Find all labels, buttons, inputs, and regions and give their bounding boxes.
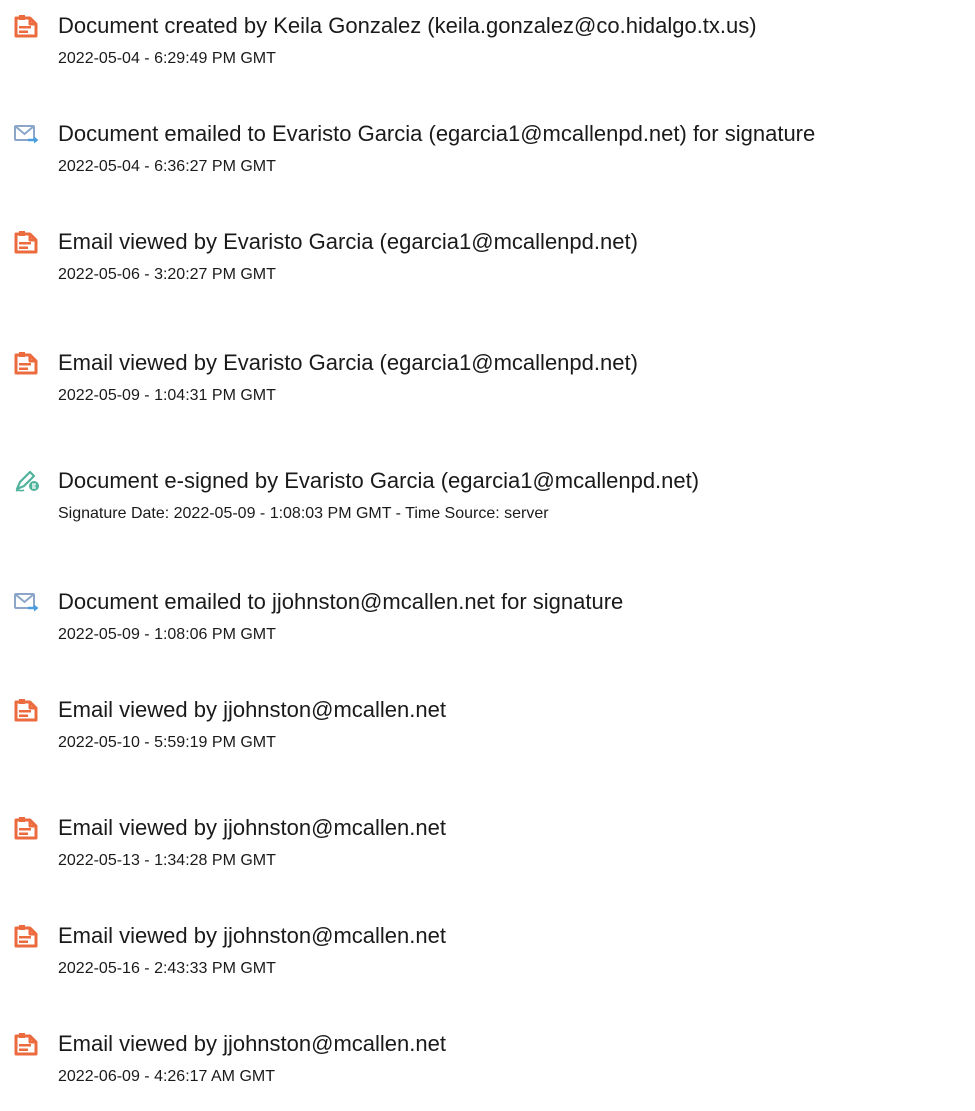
document-icon	[13, 13, 41, 39]
entry-title: Email viewed by jjohnston@mcallen.net	[58, 1031, 446, 1056]
entry-timestamp: 2022-05-04 - 6:29:49 PM GMT	[58, 50, 276, 67]
esign-icon	[13, 468, 41, 494]
entry-title: Email viewed by jjohnston@mcallen.net	[58, 923, 446, 948]
entry-timestamp: 2022-05-10 - 5:59:19 PM GMT	[58, 734, 276, 751]
entry-timestamp: 2022-06-09 - 4:26:17 AM GMT	[58, 1068, 275, 1085]
entry-timestamp: 2022-05-09 - 1:08:06 PM GMT	[58, 626, 276, 643]
audit-entry: Email viewed by jjohnston@mcallen.net 20…	[0, 923, 975, 1003]
document-icon	[13, 350, 41, 376]
document-icon	[13, 1031, 41, 1057]
entry-title: Email viewed by Evaristo Garcia (egarcia…	[58, 229, 638, 254]
entry-timestamp: 2022-05-09 - 1:04:31 PM GMT	[58, 387, 276, 404]
document-icon	[13, 229, 41, 255]
audit-entry: Document created by Keila Gonzalez (keil…	[0, 13, 975, 93]
document-icon	[13, 815, 41, 841]
document-icon	[13, 697, 41, 723]
entry-timestamp: 2022-05-16 - 2:43:33 PM GMT	[58, 960, 276, 977]
audit-entry: Email viewed by jjohnston@mcallen.net 20…	[0, 815, 975, 895]
email-send-icon	[13, 589, 41, 615]
entry-title: Document emailed to jjohnston@mcallen.ne…	[58, 589, 624, 614]
audit-entry: Email viewed by Evaristo Garcia (egarcia…	[0, 229, 975, 309]
audit-entry: Email viewed by jjohnston@mcallen.net 20…	[0, 1031, 975, 1111]
entry-title: Email viewed by Evaristo Garcia (egarcia…	[58, 350, 638, 375]
entry-title: Document emailed to Evaristo Garcia (ega…	[58, 121, 816, 146]
entry-timestamp: 2022-05-04 - 6:36:27 PM GMT	[58, 158, 276, 175]
entry-title: Document e-signed by Evaristo Garcia (eg…	[58, 468, 700, 493]
email-send-icon	[13, 121, 41, 147]
audit-entry: Document emailed to Evaristo Garcia (ega…	[0, 121, 975, 201]
entry-timestamp: 2022-05-13 - 1:34:28 PM GMT	[58, 852, 276, 869]
audit-entry: Email viewed by jjohnston@mcallen.net 20…	[0, 697, 975, 777]
document-icon	[13, 923, 41, 949]
entry-title: Email viewed by jjohnston@mcallen.net	[58, 697, 446, 722]
audit-entry: Document emailed to jjohnston@mcallen.ne…	[0, 589, 975, 669]
entry-timestamp: Signature Date: 2022-05-09 - 1:08:03 PM …	[58, 505, 549, 522]
audit-entry: Email viewed by Evaristo Garcia (egarcia…	[0, 350, 975, 430]
audit-entry: Document e-signed by Evaristo Garcia (eg…	[0, 468, 975, 548]
entry-title: Document created by Keila Gonzalez (keil…	[58, 13, 757, 38]
entry-timestamp: 2022-05-06 - 3:20:27 PM GMT	[58, 266, 276, 283]
entry-title: Email viewed by jjohnston@mcallen.net	[58, 815, 446, 840]
